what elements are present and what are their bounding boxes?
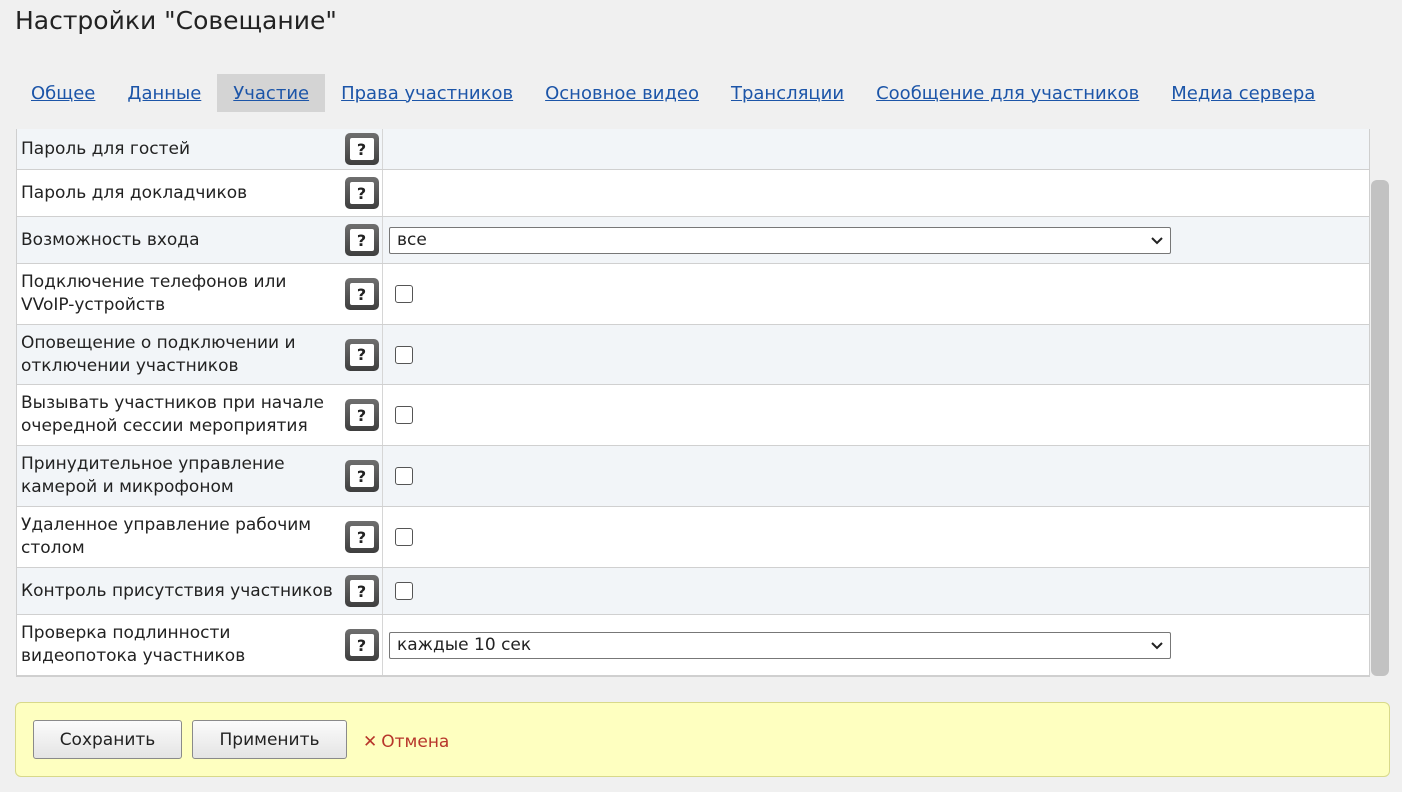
- page-title: Настройки "Совещание": [15, 6, 337, 35]
- help-cell: ?: [341, 129, 383, 169]
- tab-main-video[interactable]: Основное видео: [529, 74, 715, 112]
- tab-participant-message[interactable]: Сообщение для участников: [860, 74, 1155, 112]
- phone-connection-checkbox[interactable]: [395, 285, 413, 303]
- select-value: все: [397, 230, 427, 250]
- help-cell: ?: [341, 615, 383, 675]
- question-mark-icon: ?: [349, 580, 374, 602]
- cancel-label: Отмена: [381, 732, 450, 752]
- setting-label: Оповещение о подключении и отключении уч…: [21, 332, 296, 376]
- action-bar: Сохранить Применить ✕ Отмена: [15, 702, 1390, 777]
- setting-label: Пароль для гостей: [21, 138, 191, 159]
- help-cell: ?: [341, 446, 383, 506]
- tab-media-servers[interactable]: Медиа сервера: [1155, 74, 1331, 112]
- setting-value-cell: [383, 129, 1369, 169]
- help-cell: ?: [341, 507, 383, 567]
- tab-broadcasts[interactable]: Трансляции: [715, 74, 860, 112]
- select-value: каждые 10 сек: [397, 635, 532, 655]
- setting-label: Принудительное управление камерой и микр…: [21, 454, 285, 497]
- tab-bar: Общее Данные Участие Права участников Основн…: [15, 74, 1331, 112]
- help-cell: ?: [341, 325, 383, 384]
- chevron-down-icon: [1151, 237, 1163, 245]
- setting-row-presence-control: Контроль присутствия участников?: [17, 568, 1369, 615]
- setting-value-cell: [383, 325, 1369, 384]
- help-cell: ?: [341, 264, 383, 324]
- help-icon[interactable]: ?: [344, 629, 379, 661]
- setting-value-cell: [383, 385, 1369, 445]
- help-icon[interactable]: ?: [344, 177, 379, 209]
- setting-label: Удаленное управление рабочим столом: [21, 515, 312, 558]
- stream-auth-select[interactable]: каждые 10 сек: [389, 631, 1171, 659]
- tab-general[interactable]: Общее: [15, 74, 111, 112]
- setting-value-cell: все: [383, 217, 1369, 263]
- apply-button[interactable]: Применить: [192, 720, 347, 759]
- help-icon[interactable]: ?: [344, 460, 379, 492]
- setting-row-remote-desktop: Удаленное управление рабочим столом?: [17, 507, 1369, 568]
- question-mark-icon: ?: [349, 283, 374, 305]
- tab-data[interactable]: Данные: [111, 74, 217, 112]
- setting-row-speaker-password: Пароль для докладчиков?: [17, 170, 1369, 217]
- question-mark-icon: ?: [349, 634, 374, 656]
- help-icon[interactable]: ?: [344, 521, 379, 553]
- chevron-down-icon: [1151, 642, 1163, 650]
- close-icon: ✕: [363, 732, 378, 752]
- setting-value-cell: [383, 507, 1369, 567]
- setting-label: Проверка подлинности видеопотока участни…: [21, 623, 246, 666]
- help-icon[interactable]: ?: [344, 133, 379, 165]
- scrollbar-thumb[interactable]: [1371, 180, 1389, 676]
- question-mark-icon: ?: [349, 343, 374, 366]
- force-cam-mic-checkbox[interactable]: [395, 467, 413, 485]
- question-mark-icon: ?: [349, 182, 374, 204]
- question-mark-icon: ?: [349, 526, 374, 548]
- tab-participant-rights[interactable]: Права участников: [325, 74, 529, 112]
- question-mark-icon: ?: [349, 138, 374, 160]
- help-cell: ?: [341, 170, 383, 216]
- help-cell: ?: [341, 217, 383, 263]
- join-leave-notify-checkbox[interactable]: [395, 345, 413, 364]
- question-mark-icon: ?: [349, 465, 374, 487]
- help-icon[interactable]: ?: [344, 338, 379, 371]
- help-cell: ?: [341, 385, 383, 445]
- setting-row-join-leave-notify: Оповещение о подключении и отключении уч…: [17, 325, 1369, 385]
- question-mark-icon: ?: [349, 229, 374, 251]
- tab-participation[interactable]: Участие: [217, 74, 326, 112]
- setting-row-call-on-session-start: Вызывать участников при начале очередной…: [17, 385, 1369, 446]
- help-icon[interactable]: ?: [344, 575, 379, 607]
- help-icon[interactable]: ?: [344, 399, 379, 431]
- setting-row-guest-password: Пароль для гостей?: [17, 129, 1369, 170]
- settings-table: Пароль для гостей? Пароль для докладчиков…: [16, 129, 1370, 677]
- setting-row-force-cam-mic: Принудительное управление камерой и микр…: [17, 446, 1369, 507]
- setting-row-stream-auth: Проверка подлинности видеопотока участни…: [17, 615, 1369, 676]
- call-on-session-start-checkbox[interactable]: [395, 406, 413, 424]
- setting-value-cell: [383, 568, 1369, 614]
- save-button[interactable]: Сохранить: [33, 720, 182, 759]
- presence-control-checkbox[interactable]: [395, 582, 413, 600]
- setting-row-phone-connection: Подключение телефонов или VVoIP-устройст…: [17, 264, 1369, 325]
- setting-value-cell: каждые 10 сек: [383, 615, 1369, 675]
- setting-label: Пароль для докладчиков: [21, 182, 248, 203]
- question-mark-icon: ?: [349, 404, 374, 426]
- setting-value-cell: [383, 264, 1369, 324]
- setting-label: Контроль присутствия участников: [21, 580, 333, 601]
- help-cell: ?: [341, 568, 383, 614]
- help-icon[interactable]: ?: [344, 278, 379, 310]
- setting-value-cell: [383, 170, 1369, 216]
- help-icon[interactable]: ?: [344, 224, 379, 256]
- setting-label: Подключение телефонов или VVoIP-устройст…: [21, 272, 287, 315]
- setting-label: Возможность входа: [21, 229, 200, 250]
- remote-desktop-checkbox[interactable]: [395, 528, 413, 546]
- setting-row-entry-mode: Возможность входа? все: [17, 217, 1369, 264]
- setting-value-cell: [383, 446, 1369, 506]
- cancel-link[interactable]: ✕ Отмена: [363, 732, 449, 752]
- setting-label: Вызывать участников при начале очередной…: [21, 393, 325, 436]
- entry-mode-select[interactable]: все: [389, 226, 1171, 254]
